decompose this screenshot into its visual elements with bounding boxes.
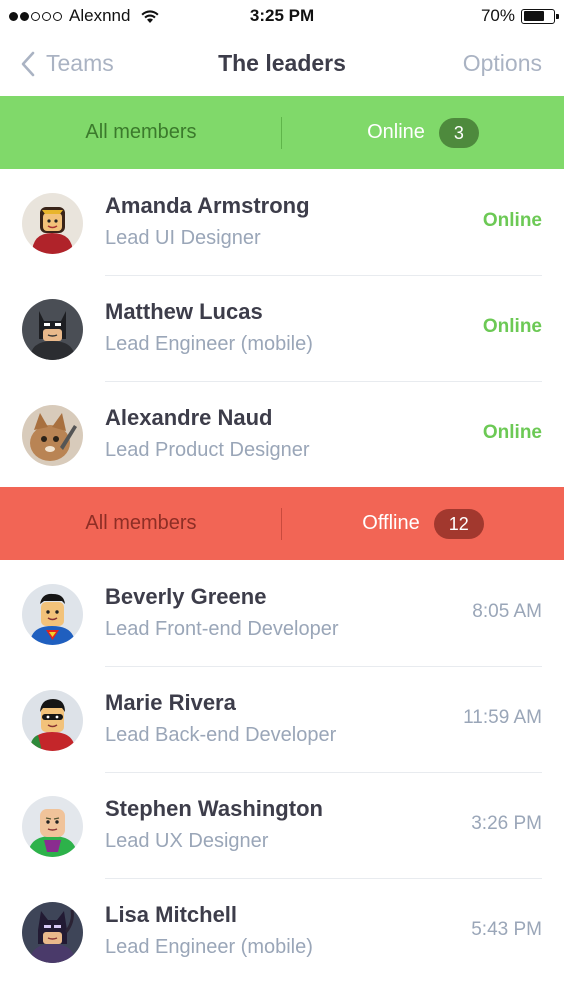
member-name: Stephen Washington xyxy=(105,796,323,821)
list-item[interactable]: Amanda Armstrong Lead UI Designer Online xyxy=(0,170,564,276)
options-button[interactable]: Options xyxy=(463,50,542,77)
member-role: Lead Front-end Developer xyxy=(105,618,339,640)
offline-segment-bar: All members Offline 12 xyxy=(0,487,564,560)
robin-avatar-icon xyxy=(22,690,83,751)
cat-avatar-icon xyxy=(22,405,83,466)
list-item[interactable]: Lisa Mitchell Lead Engineer (mobile) 5:43 … xyxy=(0,879,564,985)
lex-luthor-avatar-icon xyxy=(22,796,83,857)
member-name: Matthew Lucas xyxy=(105,299,263,324)
member-role: Lead Engineer (mobile) xyxy=(105,333,313,355)
member-role: Lead Back-end Developer xyxy=(105,724,337,746)
back-button[interactable]: Teams xyxy=(20,50,114,77)
catwoman-avatar-icon xyxy=(22,902,83,963)
segment-divider xyxy=(281,508,282,540)
battery-info: 70% xyxy=(480,6,559,26)
offline-count-badge: 12 xyxy=(433,508,484,539)
member-status: 11:59 AM xyxy=(463,707,542,728)
signal-strength-icon xyxy=(9,11,62,21)
member-name: Lisa Mitchell xyxy=(105,902,238,927)
wonder-woman-avatar-icon xyxy=(22,193,83,254)
tab-all-members-online[interactable]: All members xyxy=(0,96,282,169)
navigation-bar: Teams The leaders Options xyxy=(0,32,564,96)
chevron-left-icon xyxy=(21,51,35,76)
member-status: 5:43 PM xyxy=(471,919,542,940)
member-status: 8:05 AM xyxy=(472,601,542,622)
tab-offline-label: Offline xyxy=(362,512,420,534)
segment-divider xyxy=(281,117,282,149)
online-count-badge: 3 xyxy=(438,117,479,148)
tab-online-label: Online xyxy=(367,121,425,143)
carrier-name: Alexnnd xyxy=(69,6,131,25)
member-role: Lead Engineer (mobile) xyxy=(105,936,313,958)
list-item[interactable]: Stephen Washington Lead UX Designer 3:26 P… xyxy=(0,773,564,879)
batman-avatar-icon xyxy=(22,299,83,360)
member-status: Online xyxy=(482,422,542,443)
member-role: Lead UI Designer xyxy=(105,227,261,249)
member-status: Online xyxy=(482,210,542,231)
member-status: Online xyxy=(482,316,542,337)
member-role: Lead UX Designer xyxy=(105,830,269,852)
status-bar: Alexnnd 3:25 PM 70% xyxy=(0,0,564,32)
battery-percent: 70% xyxy=(480,6,515,25)
wifi-icon xyxy=(141,10,160,23)
member-status: 3:26 PM xyxy=(471,813,542,834)
list-item[interactable]: Beverly Greene Lead Front-end Developer 8:… xyxy=(0,561,564,667)
superman-avatar-icon xyxy=(22,584,83,645)
list-item[interactable]: Matthew Lucas Lead Engineer (mobile) Onlin… xyxy=(0,276,564,382)
tab-offline[interactable]: Offline 12 xyxy=(282,487,564,560)
member-name: Alexandre Naud xyxy=(105,405,273,430)
member-name: Marie Rivera xyxy=(105,690,236,715)
member-name: Beverly Greene xyxy=(105,584,267,609)
carrier-info: Alexnnd xyxy=(9,6,160,26)
tab-online[interactable]: Online 3 xyxy=(282,96,564,169)
list-item[interactable]: Alexandre Naud Lead Product Designer Onlin… xyxy=(0,382,564,488)
list-item[interactable]: Marie Rivera Lead Back-end Developer 11:59… xyxy=(0,667,564,773)
back-label: Teams xyxy=(46,50,114,76)
online-segment-bar: All members Online 3 xyxy=(0,96,564,169)
tab-all-members-offline[interactable]: All members xyxy=(0,487,282,560)
member-name: Amanda Armstrong xyxy=(105,193,310,218)
member-role: Lead Product Designer xyxy=(105,439,310,461)
battery-icon xyxy=(521,8,559,24)
